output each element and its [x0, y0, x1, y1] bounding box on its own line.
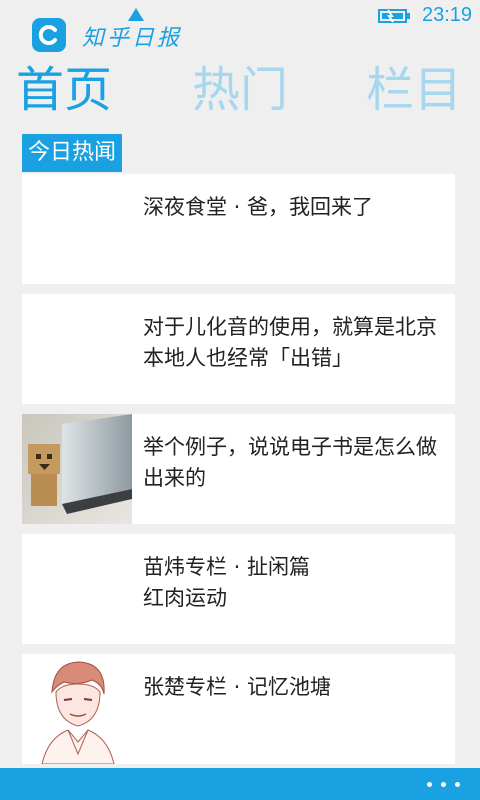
story-title: 深夜食堂 · 爸，我回来了	[143, 195, 374, 219]
caret-up-icon	[128, 8, 144, 21]
status-bar: 23:19	[0, 0, 480, 32]
story-title: 张楚专栏 · 记忆池塘	[143, 675, 332, 699]
tab-hot[interactable]: 热门	[192, 60, 288, 120]
story-thumbnail	[22, 414, 132, 524]
more-dots-icon[interactable]	[424, 774, 464, 794]
story-card[interactable]: 深夜食堂 · 爸，我回来了	[22, 174, 455, 284]
story-thumbnail	[22, 654, 132, 764]
story-title: 举个例子，说说电子书是怎么做出来的	[143, 435, 437, 490]
app-name: 知乎日报	[82, 26, 183, 51]
tab-home[interactable]: 首页	[16, 60, 112, 120]
section-label: 今日热闻	[22, 134, 123, 172]
story-card[interactable]: 苗炜专栏 · 扯闲篇 红肉运动	[22, 534, 455, 644]
story-title: 对于儿化音的使用，就算是北京本地人也经常「出错」	[143, 315, 437, 370]
story-title: 苗炜专栏 · 扯闲篇 红肉运动	[143, 555, 311, 610]
story-card[interactable]: 举个例子，说说电子书是怎么做出来的	[22, 414, 455, 524]
status-time: 23:19	[422, 4, 473, 26]
story-card[interactable]: 对于儿化音的使用，就算是北京本地人也经常「出错」	[22, 294, 455, 404]
zhihu-daily-logo-icon	[32, 18, 66, 52]
battery-charging-icon	[378, 9, 410, 23]
tab-columns[interactable]: 栏目	[366, 60, 462, 120]
story-card[interactable]: 张楚专栏 · 记忆池塘	[22, 654, 455, 764]
app-bar	[0, 768, 480, 800]
